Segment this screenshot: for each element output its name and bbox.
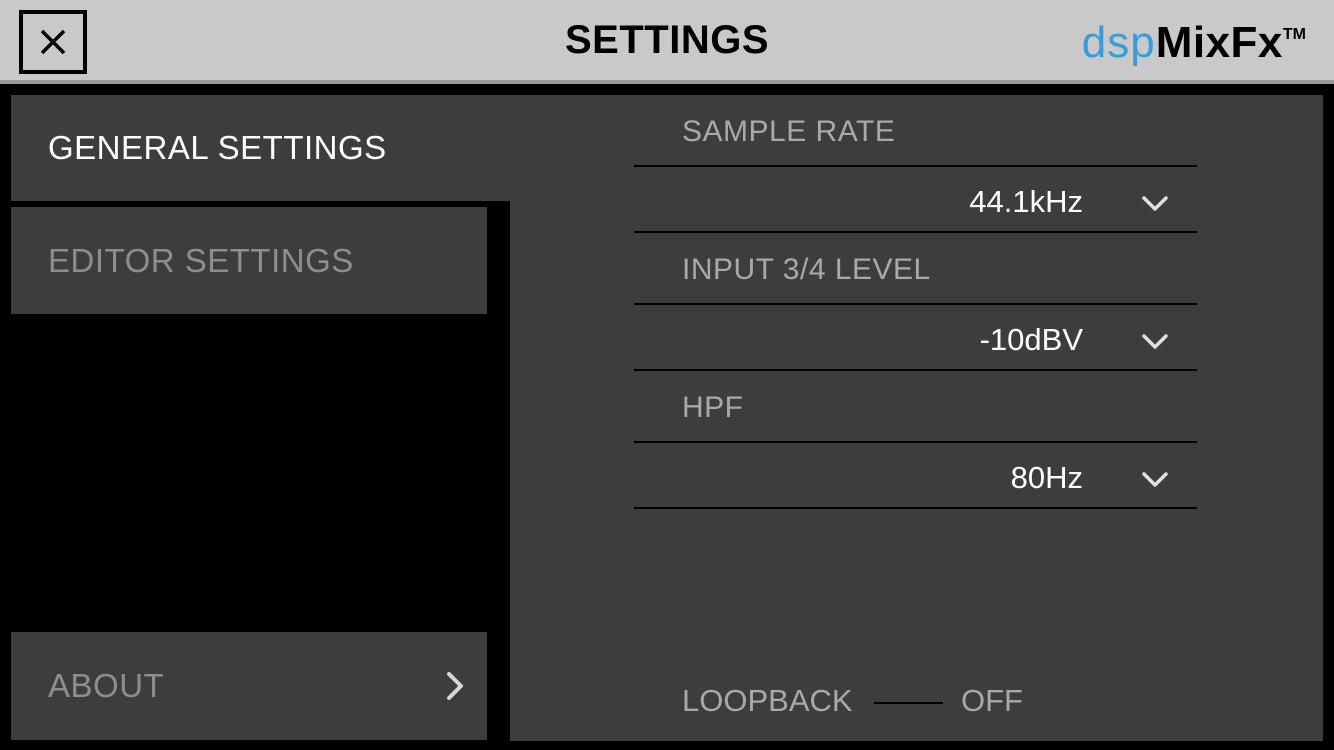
chevron-down-icon: [1142, 472, 1168, 487]
divider: [634, 231, 1197, 233]
nav-about-label: ABOUT: [48, 667, 165, 704]
nav-general-settings[interactable]: GENERAL SETTINGS: [11, 95, 510, 201]
nav-about[interactable]: ABOUT: [11, 632, 487, 740]
hpf-value: 80Hz: [1010, 460, 1083, 495]
loopback-connector: [874, 702, 943, 704]
hpf-label: HPF: [682, 391, 744, 424]
nav-editor-settings[interactable]: EDITOR SETTINGS: [11, 207, 487, 314]
app-logo: dspMixFxTM: [1081, 18, 1306, 67]
divider: [634, 369, 1197, 371]
sample-rate-dropdown[interactable]: 44.1kHz: [634, 172, 1197, 232]
divider: [634, 165, 1197, 167]
loopback-toggle[interactable]: OFF: [961, 683, 1023, 719]
input-level-label: INPUT 3/4 LEVEL: [682, 253, 931, 286]
nav-editor-label: EDITOR SETTINGS: [48, 241, 354, 279]
nav-general-label: GENERAL SETTINGS: [48, 129, 387, 166]
hpf-dropdown[interactable]: 80Hz: [634, 448, 1197, 508]
sample-rate-value: 44.1kHz: [969, 184, 1083, 219]
input-level-dropdown[interactable]: -10dBV: [634, 310, 1197, 370]
chevron-down-icon: [1142, 196, 1168, 211]
divider: [634, 441, 1197, 443]
divider: [634, 303, 1197, 305]
loopback-label: LOOPBACK: [682, 683, 853, 718]
sample-rate-label: SAMPLE RATE: [682, 115, 896, 148]
chevron-right-icon: [447, 672, 463, 700]
input-level-value: -10dBV: [979, 322, 1083, 357]
divider: [634, 507, 1197, 509]
chevron-down-icon: [1142, 334, 1168, 349]
general-settings-panel: SAMPLE RATE 44.1kHz INPUT 3/4 LEVEL -10d…: [510, 95, 1323, 741]
header-bar: SETTINGS dspMixFxTM: [0, 0, 1334, 84]
